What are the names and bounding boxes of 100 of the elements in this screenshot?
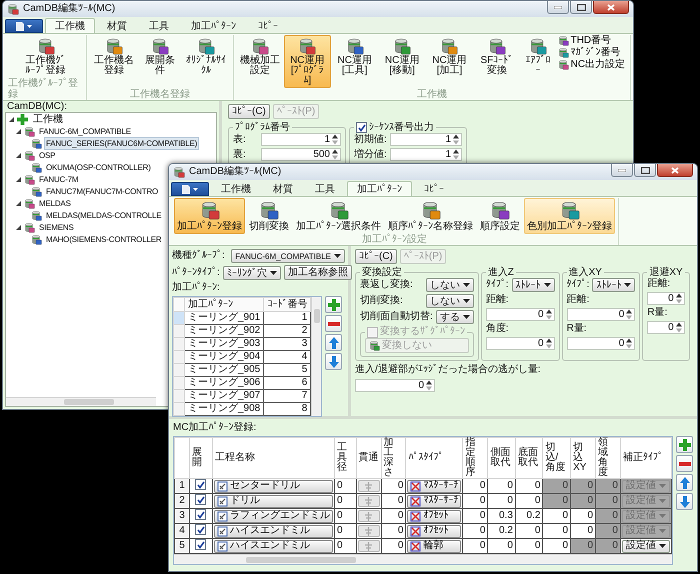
tree-item[interactable]: FANUC-7M [37,172,80,186]
dropdown[interactable]: 設定値 [622,540,670,552]
process-name-button[interactable]: ラフィングエンドミル [214,510,333,522]
checkbox-label: 変換するｻﾞｸﾞﾊﾟﾀｰﾝ [380,326,465,338]
table-cell: 0 [542,478,571,494]
number-field[interactable]: 1 [390,148,462,161]
ribbon-button[interactable]: NC運用[加工] [426,35,473,78]
path-type-button[interactable]: 輪郭 [407,540,462,552]
ribbon-button[interactable]: 工作機名登録 [90,35,138,78]
section-label: MC加工ﾊﾟﾀｰﾝ登録: [173,422,258,434]
number-field[interactable]: 0 [647,292,685,305]
process-name-button[interactable]: ハイスエンドミル [214,524,333,538]
ribbon-button[interactable]: THD番号 [556,35,628,46]
ribbon-button[interactable]: SFｺｰﾄﾞ変換 [474,35,520,78]
number-field[interactable]: 1 [261,133,341,146]
process-name-button[interactable]: センタードリル [214,480,333,492]
field-label: 距離: [647,278,672,290]
ribbon-button[interactable]: NC運用[移動] [378,35,426,78]
ribbon-button[interactable]: 切削変換 [246,198,292,234]
tab[interactable]: 材質 [97,18,137,33]
ribbon-button[interactable]: 加工ﾊﾟﾀｰﾝ選択条件 [293,198,384,234]
ribbon-button[interactable]: 機械加工設定 [236,35,284,78]
ribbon-button[interactable]: NC運用[ﾌﾟﾛｸﾞﾗﾑ] [284,35,330,88]
tab[interactable]: 加工ﾊﾟﾀｰﾝ [181,18,246,33]
dropdown[interactable]: しない [426,294,474,308]
ribbon-button[interactable]: 加工ﾊﾟﾀｰﾝ登録 [174,198,245,234]
process-name-button[interactable]: ドリル [214,494,333,508]
number-field[interactable]: 0 [566,337,636,350]
tree-item[interactable]: OKUMA(OSP-CONTROLLER) [44,160,153,174]
tree-item[interactable]: MELDAS [37,196,73,210]
column-header: 指定順序 [462,438,488,478]
dropdown[interactable]: ｽﾄﾚｰﾄ [592,278,636,292]
ribbon-button[interactable]: ﾏｶﾞｼﾞﾝ番号 [556,47,628,58]
number-field[interactable]: 0 [355,379,435,392]
tree-item[interactable]: SIEMENS [37,220,76,234]
field-label: ﾀｲﾌﾟ: [566,279,590,291]
ribbon-button[interactable]: ｵﾘｼﾞﾅﾙｻｲｸﾙ [182,35,230,78]
table-cell: ミーリング_904 [184,350,264,364]
ribbon-button[interactable]: 色別加工ﾊﾟﾀｰﾝ登録 [524,198,615,234]
number-field[interactable]: 0 [566,308,636,321]
field-label: 切削面自動切替: [360,311,433,323]
tab[interactable]: ｺﾋﾟｰ [248,18,288,33]
dropdown[interactable]: する [436,310,474,324]
field-label: R量: [566,323,588,335]
number-field[interactable]: 0 [647,321,685,334]
tree-item[interactable]: 工作機 [30,112,66,126]
tree-item[interactable]: MAHO(SIEMENS-CONTROLLER [44,232,164,246]
tab[interactable]: 加工ﾊﾟﾀｰﾝ [347,181,412,196]
number-field[interactable]: 0 [486,308,555,321]
field-label: 初期値: [354,134,387,146]
window-title: CamDB編集ﾂｰﾙ(MC) [189,166,282,178]
dropdown[interactable]: FANUC-6M_COMPATIBLE [231,249,345,263]
tree-item[interactable]: FANUC7M(FANUC7M-CONTRO [44,184,160,198]
number-field[interactable]: 1 [390,133,462,146]
tree-item[interactable]: FANUC-6M_COMPATIBLE [37,124,133,138]
process-name-button[interactable]: ハイスエンドミル [214,540,333,552]
tree-item[interactable]: MELDAS(MELDAS-CONTROLLE [44,208,164,222]
group-title: 変換設定 [361,267,403,278]
table-cell: ミーリング_903 [184,338,264,350]
tab[interactable]: 工具 [139,18,179,33]
column-header: 底面取代 [515,438,543,478]
ribbon-button[interactable]: ｴｱﾌﾞﾛｰ [521,35,555,78]
ribbon-button[interactable]: 展開条件 [138,35,182,78]
field-label: ﾊﾟﾀｰﾝﾀｲﾌﾟ: [172,266,220,278]
number-field[interactable]: 500 [261,148,341,161]
table-cell: 0 [596,478,620,494]
copy-button[interactable]: ｺﾋﾟｰ(C) [228,104,270,119]
dropdown[interactable]: ｽﾄﾚｰﾄ [512,278,555,292]
table-cell: 0 [570,494,596,508]
tree-item[interactable]: OSP [37,148,58,162]
tab[interactable]: ｺﾋﾟｰ [414,181,454,196]
table-cell: ミーリング_902 [184,324,264,338]
path-type-button[interactable]: ﾏｽﾀｰｻｰﾁ [407,480,462,492]
ribbon-group-label: 工作機名登録 [130,89,190,100]
tab[interactable]: 工作機 [211,181,261,196]
ribbon-button[interactable]: NC運用[工具] [332,35,378,78]
list-label: 加工ﾊﾟﾀｰﾝ: [172,282,221,294]
tab[interactable]: 材質 [263,181,303,196]
ribbon-button[interactable]: NC出力設定 [556,59,628,70]
path-type-button[interactable]: ｵﾌｾｯﾄ [407,524,462,538]
dropdown[interactable]: ﾐｰﾘﾝｸﾞ穴 [222,266,281,280]
ribbon-button[interactable]: 順序設定 [477,198,523,234]
table-cell: 0 [462,508,488,524]
path-type-button[interactable]: ｵﾌｾｯﾄ [407,510,462,522]
name-reference-button[interactable]: 加工名称参照 [284,265,352,280]
field-label: 裏: [233,148,246,160]
path-type-button[interactable]: ﾏｽﾀｰｻｰﾁ [407,494,462,508]
table-cell: 0 [488,478,516,494]
copy-button[interactable]: ｺﾋﾟｰ(C) [355,249,397,264]
tab[interactable]: 工具 [305,181,345,196]
field-label: R量: [647,307,668,319]
ribbon-button[interactable]: 工作機ｸﾞﾙｰﾌﾟ登録 [20,35,71,78]
dropdown[interactable]: しない [426,278,474,292]
column-header: 工程名称 [212,438,334,478]
number-field[interactable]: 0 [486,337,555,350]
tab[interactable]: 工作機 [45,18,95,33]
table-cell: 0 [488,494,516,508]
table-cell: 0 [570,478,596,494]
ribbon-button[interactable]: 順序ﾊﾟﾀｰﾝ名称登録 [385,198,476,234]
tree-item[interactable]: FANUC_SERIES(FANUC6M-COMPATIBLE) [44,136,200,150]
